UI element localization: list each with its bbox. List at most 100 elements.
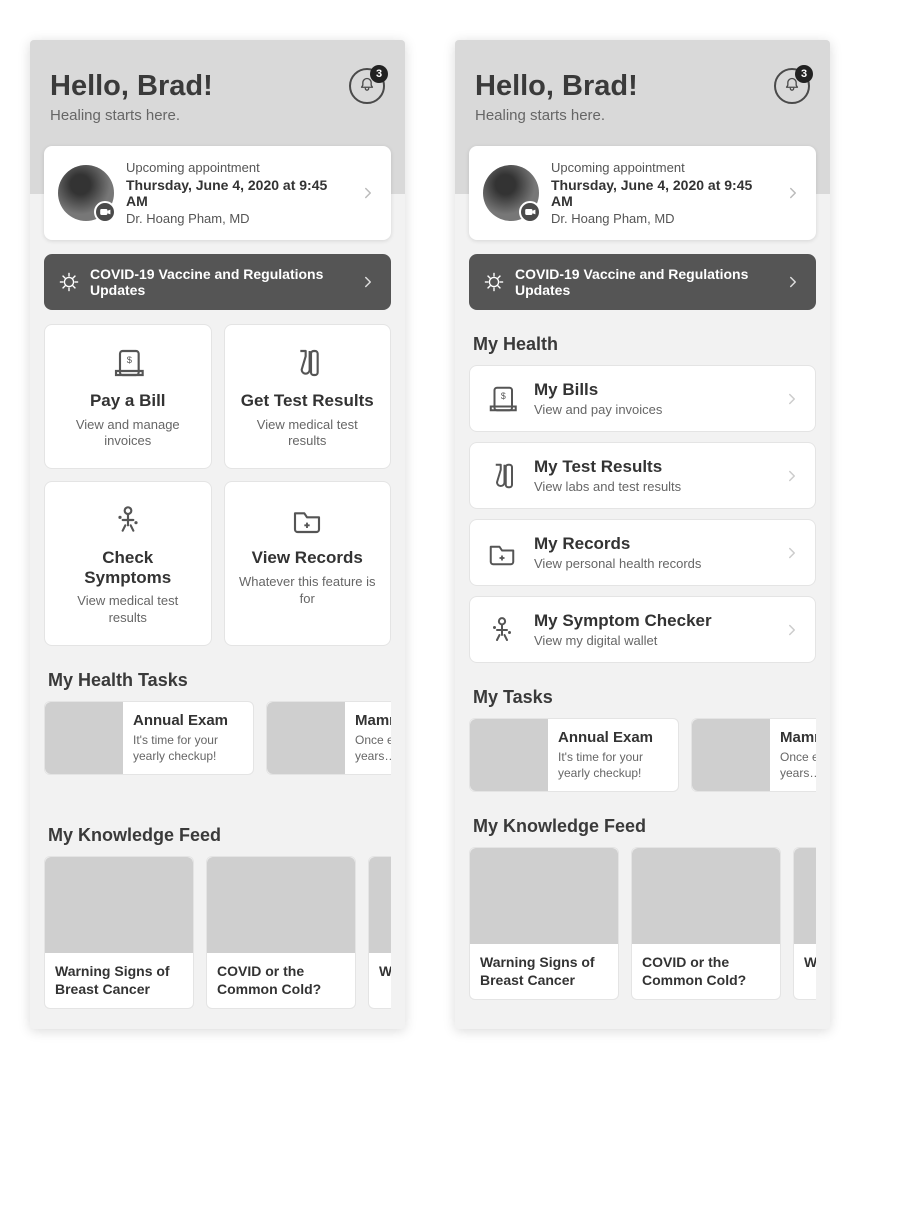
- task-title: Mammogram: [780, 729, 816, 746]
- feed-heading: My Knowledge Feed: [473, 816, 816, 837]
- feed-card[interactable]: When to Get More: [793, 847, 816, 1000]
- my-health-heading: My Health: [473, 334, 816, 355]
- feed-title: Warning Signs of Breast Cancer: [45, 953, 193, 1008]
- feed-image: [45, 857, 193, 953]
- list-sub: View personal health records: [534, 556, 769, 571]
- feed-card[interactable]: COVID or the Common Cold?: [206, 856, 356, 1009]
- feed-title: When to Get More: [794, 944, 816, 982]
- feed-scroller[interactable]: Warning Signs of Breast Cancer COVID or …: [44, 856, 391, 1009]
- chevron-right-icon: [783, 544, 801, 562]
- feed-title: COVID or the Common Cold?: [207, 953, 355, 1008]
- task-thumb: [692, 719, 770, 791]
- tile-sub: View medical test results: [237, 417, 379, 451]
- task-sub: It's time for your yearly checkup!: [558, 750, 668, 781]
- video-call-icon: [94, 201, 116, 223]
- chevron-right-icon: [359, 273, 377, 291]
- feed-image: [794, 848, 816, 944]
- tile-check-symptoms[interactable]: Check Symptoms View medical test results: [44, 481, 212, 646]
- chevron-right-icon: [784, 184, 802, 202]
- greeting: Hello, Brad!: [475, 70, 810, 103]
- header: Hello, Brad! Healing starts here. 3 Upco…: [30, 40, 405, 194]
- feed-image: [369, 857, 391, 953]
- feed-title: When to Get More: [369, 953, 391, 991]
- feed-card[interactable]: Warning Signs of Breast Cancer: [469, 847, 619, 1000]
- lab-icon: [291, 347, 323, 379]
- task-card[interactable]: Annual Exam It's time for your yearly ch…: [469, 718, 679, 792]
- subtitle: Healing starts here.: [475, 107, 810, 124]
- list-sub: View and pay invoices: [534, 402, 769, 417]
- virus-icon: [483, 271, 505, 293]
- folder-icon: [487, 538, 517, 568]
- appointment-time: Thursday, June 4, 2020 at 9:45 AM: [126, 177, 347, 209]
- notifications-button[interactable]: 3: [774, 68, 810, 104]
- chevron-right-icon: [783, 390, 801, 408]
- lab-icon: [487, 461, 517, 491]
- list-sub: View my digital wallet: [534, 633, 769, 648]
- folder-icon: [291, 504, 323, 536]
- notification-badge: 3: [795, 65, 813, 83]
- person-icon: [112, 504, 144, 536]
- list-title: My Records: [534, 534, 769, 554]
- doctor-avatar: [58, 165, 114, 221]
- feed-image: [632, 848, 780, 944]
- tasks-scroller[interactable]: Annual Exam It's time for your yearly ch…: [44, 701, 391, 775]
- appointment-doctor: Dr. Hoang Pham, MD: [551, 211, 772, 226]
- tile-sub: Whatever this feature is for: [237, 574, 379, 608]
- tile-pay-bill[interactable]: Pay a Bill View and manage invoices: [44, 324, 212, 469]
- list-sub: View labs and test results: [534, 479, 769, 494]
- tasks-scroller[interactable]: Annual Exam It's time for your yearly ch…: [469, 718, 816, 792]
- task-title: Annual Exam: [558, 729, 668, 746]
- task-sub: It's time for your yearly checkup!: [133, 733, 243, 764]
- task-title: Annual Exam: [133, 712, 243, 729]
- list-symptom-checker[interactable]: My Symptom Checker View my digital walle…: [469, 596, 816, 663]
- feed-title: COVID or the Common Cold?: [632, 944, 780, 999]
- list-records[interactable]: My Records View personal health records: [469, 519, 816, 586]
- doctor-avatar: [483, 165, 539, 221]
- covid-banner[interactable]: COVID-19 Vaccine and Regulations Updates: [44, 254, 391, 310]
- appointment-label: Upcoming appointment: [126, 160, 347, 175]
- appointment-doctor: Dr. Hoang Pham, MD: [126, 211, 347, 226]
- task-title: Mammogram: [355, 712, 391, 729]
- tile-sub: View and manage invoices: [57, 417, 199, 451]
- tile-title: View Records: [237, 548, 379, 568]
- list-my-bills[interactable]: My Bills View and pay invoices: [469, 365, 816, 432]
- tile-title: Get Test Results: [237, 391, 379, 411]
- appointment-card[interactable]: Upcoming appointment Thursday, June 4, 2…: [44, 146, 391, 240]
- header: Hello, Brad! Healing starts here. 3 Upco…: [455, 40, 830, 194]
- video-call-icon: [519, 201, 541, 223]
- feed-card[interactable]: When to Get More: [368, 856, 391, 1009]
- tile-title: Check Symptoms: [57, 548, 199, 587]
- feed-card[interactable]: COVID or the Common Cold?: [631, 847, 781, 1000]
- virus-icon: [58, 271, 80, 293]
- list-title: My Bills: [534, 380, 769, 400]
- task-card[interactable]: Mammogram Once every 3 years…: [266, 701, 391, 775]
- list-title: My Symptom Checker: [534, 611, 769, 631]
- banner-text: COVID-19 Vaccine and Regulations Updates: [515, 266, 774, 298]
- task-card[interactable]: Mammogram Once every 3 years…: [691, 718, 816, 792]
- task-sub: Once every 3 years…: [780, 750, 816, 781]
- list-test-results[interactable]: My Test Results View labs and test resul…: [469, 442, 816, 509]
- feed-heading: My Knowledge Feed: [48, 825, 391, 846]
- tasks-heading: My Health Tasks: [48, 670, 391, 691]
- tile-test-results[interactable]: Get Test Results View medical test resul…: [224, 324, 392, 469]
- tile-view-records[interactable]: View Records Whatever this feature is fo…: [224, 481, 392, 646]
- chevron-right-icon: [783, 621, 801, 639]
- feed-card[interactable]: Warning Signs of Breast Cancer: [44, 856, 194, 1009]
- task-card[interactable]: Annual Exam It's time for your yearly ch…: [44, 701, 254, 775]
- feed-scroller[interactable]: Warning Signs of Breast Cancer COVID or …: [469, 847, 816, 1000]
- task-sub: Once every 3 years…: [355, 733, 391, 764]
- banner-text: COVID-19 Vaccine and Regulations Updates: [90, 266, 349, 298]
- person-icon: [487, 615, 517, 645]
- bill-icon: [112, 347, 144, 379]
- chevron-right-icon: [783, 467, 801, 485]
- notifications-button[interactable]: 3: [349, 68, 385, 104]
- greeting: Hello, Brad!: [50, 70, 385, 103]
- subtitle: Healing starts here.: [50, 107, 385, 124]
- mockup-variant-a: Hello, Brad! Healing starts here. 3 Upco…: [30, 40, 405, 1029]
- mockup-variant-b: Hello, Brad! Healing starts here. 3 Upco…: [455, 40, 830, 1029]
- covid-banner[interactable]: COVID-19 Vaccine and Regulations Updates: [469, 254, 816, 310]
- appointment-card[interactable]: Upcoming appointment Thursday, June 4, 2…: [469, 146, 816, 240]
- feed-image: [207, 857, 355, 953]
- notification-badge: 3: [370, 65, 388, 83]
- appointment-time: Thursday, June 4, 2020 at 9:45 AM: [551, 177, 772, 209]
